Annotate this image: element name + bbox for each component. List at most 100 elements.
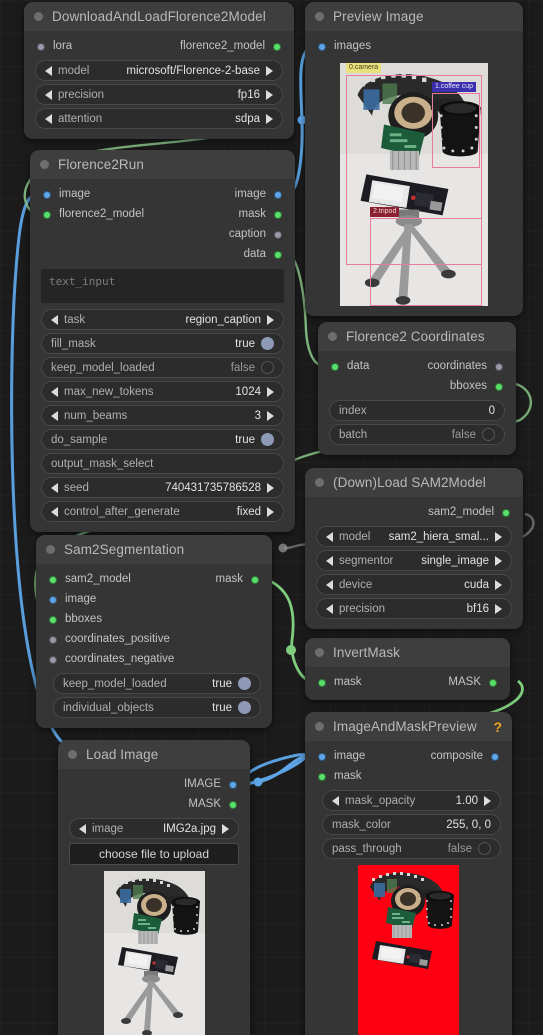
decrement-arrow-icon[interactable] — [326, 603, 333, 614]
collapse-icon[interactable] — [315, 478, 324, 487]
node-download-and-load-florence2-model[interactable]: DownloadAndLoadFlorence2Model lora flore… — [24, 2, 294, 139]
preview-image-result[interactable]: 0.camera 1.coffee cup 2.tripod — [340, 63, 488, 306]
node-title-bar[interactable]: Florence2Run — [30, 150, 295, 179]
toggle-switch[interactable] — [238, 677, 251, 690]
output-port-data[interactable] — [274, 251, 282, 259]
widget-precision[interactable]: precision bf16 — [316, 598, 512, 619]
collapse-icon[interactable] — [40, 160, 49, 169]
decrement-arrow-icon[interactable] — [332, 795, 339, 806]
decrement-arrow-icon[interactable] — [51, 506, 58, 517]
decrement-arrow-icon[interactable] — [45, 89, 52, 100]
help-icon[interactable]: ? — [493, 719, 502, 735]
increment-arrow-icon[interactable] — [267, 506, 274, 517]
input-port-coordinates-positive[interactable] — [49, 636, 57, 644]
decrement-arrow-icon[interactable] — [51, 386, 58, 397]
input-port-image[interactable] — [318, 753, 326, 761]
increment-arrow-icon[interactable] — [495, 603, 502, 614]
collapse-icon[interactable] — [315, 648, 324, 657]
widget-max-new-tokens[interactable]: max_new_tokens 1024 — [41, 381, 284, 402]
node-title-bar[interactable]: Load Image — [58, 740, 250, 769]
collapse-icon[interactable] — [315, 722, 324, 731]
input-port-coordinates-negative[interactable] — [49, 656, 57, 664]
widget-model[interactable]: model sam2_hiera_smal... — [316, 526, 512, 547]
decrement-arrow-icon[interactable] — [326, 579, 333, 590]
node-load-image[interactable]: Load Image IMAGE MASK image IMG2a.jpg ch… — [58, 740, 250, 1035]
node-download-load-sam2model[interactable]: (Down)Load SAM2Model sam2_model model sa… — [305, 468, 523, 629]
node-graph-canvas[interactable]: DownloadAndLoadFlorence2Model lora flore… — [0, 0, 543, 1035]
toggle-switch[interactable] — [482, 428, 495, 441]
node-title-bar[interactable]: Florence2 Coordinates — [318, 322, 516, 351]
input-port-lora[interactable] — [37, 43, 45, 51]
decrement-arrow-icon[interactable] — [51, 482, 58, 493]
input-port-sam2-model[interactable] — [49, 576, 57, 584]
decrement-arrow-icon[interactable] — [45, 113, 52, 124]
output-port-caption[interactable] — [274, 231, 282, 239]
output-port-composite[interactable] — [491, 753, 499, 761]
increment-arrow-icon[interactable] — [267, 410, 274, 421]
widget-model[interactable]: model microsoft/Florence-2-base — [35, 60, 283, 81]
input-port-bboxes[interactable] — [49, 616, 57, 624]
output-port-mask[interactable] — [229, 801, 237, 809]
node-title-bar[interactable]: ImageAndMaskPreview ? — [305, 712, 512, 741]
collapse-icon[interactable] — [34, 12, 43, 21]
widget-keep-model-loaded[interactable]: keep_model_loaded true — [53, 673, 261, 694]
output-port-mask[interactable] — [251, 576, 259, 584]
widget-batch[interactable]: batch false — [329, 424, 505, 445]
toggle-switch[interactable] — [261, 433, 274, 446]
input-port-image[interactable] — [43, 191, 51, 199]
widget-output-mask-select[interactable]: output_mask_select — [41, 453, 284, 474]
increment-arrow-icon[interactable] — [484, 795, 491, 806]
increment-arrow-icon[interactable] — [222, 823, 229, 834]
input-port-mask[interactable] — [318, 773, 326, 781]
node-title-bar[interactable]: Preview Image — [305, 2, 523, 31]
output-port-image[interactable] — [274, 191, 282, 199]
widget-segmentor[interactable]: segmentor single_image — [316, 550, 512, 571]
load-image-preview[interactable] — [103, 871, 205, 1035]
node-invert-mask[interactable]: InvertMask mask MASK — [305, 638, 510, 700]
output-port-mask[interactable] — [489, 679, 497, 687]
toggle-switch[interactable] — [261, 361, 274, 374]
node-sam2-segmentation[interactable]: Sam2Segmentation sam2_model mask image b… — [36, 535, 272, 728]
widget-num-beams[interactable]: num_beams 3 — [41, 405, 284, 426]
increment-arrow-icon[interactable] — [266, 65, 273, 76]
node-title-bar[interactable]: DownloadAndLoadFlorence2Model — [24, 2, 294, 31]
increment-arrow-icon[interactable] — [495, 555, 502, 566]
widget-device[interactable]: device cuda — [316, 574, 512, 595]
composite-preview[interactable] — [358, 865, 459, 1035]
decrement-arrow-icon[interactable] — [45, 65, 52, 76]
widget-attention[interactable]: attention sdpa — [35, 108, 283, 129]
toggle-switch[interactable] — [478, 842, 491, 855]
node-title-bar[interactable]: Sam2Segmentation — [36, 535, 272, 564]
input-port-mask[interactable] — [318, 679, 326, 687]
node-florence2-coordinates[interactable]: Florence2 Coordinates data coordinates b… — [318, 322, 516, 455]
increment-arrow-icon[interactable] — [266, 113, 273, 124]
widget-mask-opacity[interactable]: mask_opacity 1.00 — [322, 790, 501, 811]
widget-seed[interactable]: seed 740431735786528 — [41, 477, 284, 498]
increment-arrow-icon[interactable] — [267, 386, 274, 397]
widget-precision[interactable]: precision fp16 — [35, 84, 283, 105]
input-port-data[interactable] — [331, 363, 339, 371]
increment-arrow-icon[interactable] — [267, 314, 274, 325]
increment-arrow-icon[interactable] — [266, 89, 273, 100]
output-port-mask[interactable] — [274, 211, 282, 219]
widget-control-after-generate[interactable]: control_after_generate fixed — [41, 501, 284, 522]
toggle-switch[interactable] — [261, 337, 274, 350]
collapse-icon[interactable] — [68, 750, 77, 759]
decrement-arrow-icon[interactable] — [326, 555, 333, 566]
node-preview-image[interactable]: Preview Image images 0.camera 1.coffee c… — [305, 2, 523, 316]
input-port-florence2-model[interactable] — [43, 211, 51, 219]
node-title-bar[interactable]: InvertMask — [305, 638, 510, 667]
collapse-icon[interactable] — [328, 332, 337, 341]
decrement-arrow-icon[interactable] — [326, 531, 333, 542]
increment-arrow-icon[interactable] — [267, 482, 274, 493]
collapse-icon[interactable] — [315, 12, 324, 21]
widget-fill-mask[interactable]: fill_mask true — [41, 333, 284, 354]
node-title-bar[interactable]: (Down)Load SAM2Model — [305, 468, 523, 497]
widget-task[interactable]: task region_caption — [41, 309, 284, 330]
decrement-arrow-icon[interactable] — [79, 823, 86, 834]
node-florence2run[interactable]: Florence2Run image image florence2_model — [30, 150, 295, 532]
widget-index[interactable]: index 0 — [329, 400, 505, 421]
widget-do-sample[interactable]: do_sample true — [41, 429, 284, 450]
widget-keep-model-loaded[interactable]: keep_model_loaded false — [41, 357, 284, 378]
increment-arrow-icon[interactable] — [495, 579, 502, 590]
